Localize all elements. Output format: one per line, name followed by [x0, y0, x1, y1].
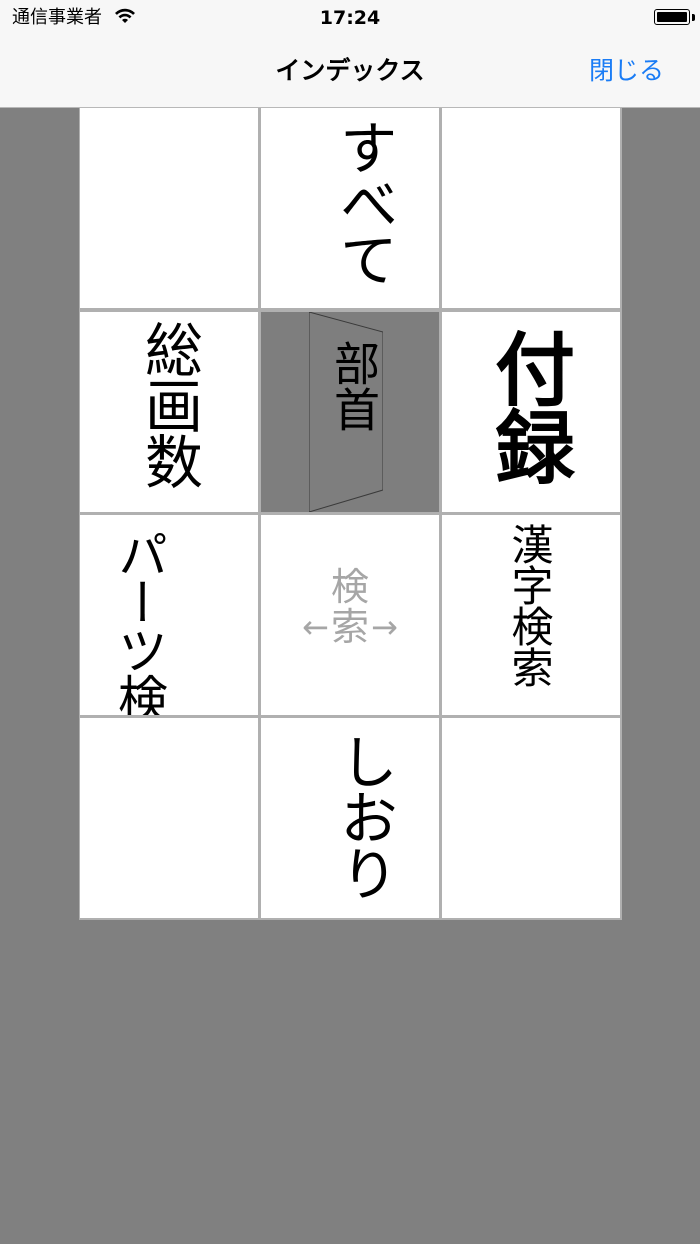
search-hint-char: 索 [330, 605, 369, 649]
navigation-bar: インデックス 閉じる [0, 36, 700, 108]
arrow-left-icon: ← [302, 608, 329, 646]
search-hint: 検 ← 索 → [261, 567, 439, 647]
tile-bookmarks-label: しおり [330, 732, 398, 900]
grid-cell-empty [442, 108, 620, 308]
tile-bookmarks[interactable]: しおり [261, 718, 439, 918]
tile-appendix[interactable]: 付録 [442, 312, 620, 512]
tile-parts-search[interactable]: パーツ検索 [80, 515, 258, 715]
tile-search-center: 検 ← 索 → [261, 515, 439, 715]
tile-appendix-label: 付録 [482, 328, 576, 484]
tile-radical[interactable]: 部首 [261, 312, 439, 512]
arrow-right-icon: → [371, 608, 398, 646]
tile-all-label: すべて [330, 118, 398, 286]
battery-tip [692, 14, 695, 21]
close-button[interactable]: 閉じる [589, 54, 664, 88]
tile-stroke-count[interactable]: 総画数 [80, 312, 258, 512]
index-grid: すべて 総画数 部首 付録 パーツ検索 検 ← 索 → 漢字検索 しおり [79, 108, 622, 920]
grid-cell-empty [442, 718, 620, 918]
status-bar: 通信事業者 17:24 [0, 0, 700, 36]
tile-all[interactable]: すべて [261, 108, 439, 308]
grid-cell-empty [80, 108, 258, 308]
tile-kanji-search[interactable]: 漢字検索 [442, 515, 620, 715]
tile-stroke-count-label: 総画数 [135, 320, 203, 488]
search-hint-label: 検 [330, 565, 369, 609]
battery-icon [654, 9, 690, 25]
grid-cell-empty [80, 718, 258, 918]
tile-radical-label: 部首 [327, 340, 381, 432]
tile-kanji-search-label: 漢字検索 [505, 523, 554, 687]
clock: 17:24 [319, 7, 381, 29]
tile-parts-search-label: パーツ検索 [110, 529, 168, 715]
search-hint-row: ← 索 → [261, 607, 439, 647]
